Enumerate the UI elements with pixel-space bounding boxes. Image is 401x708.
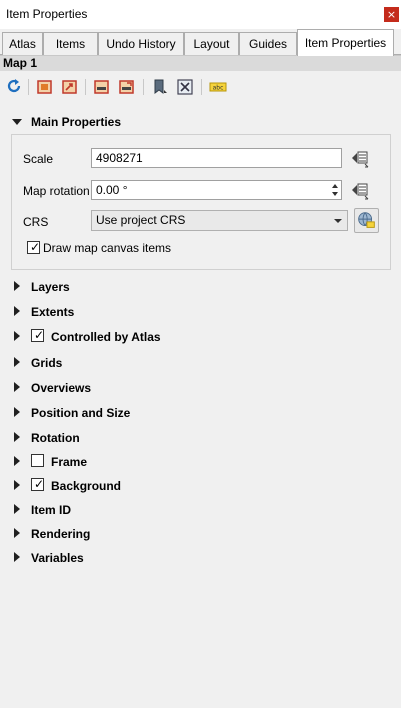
set-canvas-scale-icon[interactable] [118, 78, 136, 96]
tab-bar: Atlas Items Undo History Layout Guides I… [0, 29, 401, 56]
expand-arrow-icon [14, 331, 20, 341]
frame-checkbox[interactable] [31, 454, 44, 467]
expand-arrow-icon [14, 504, 20, 514]
window-title: Item Properties [6, 7, 88, 21]
tab-items[interactable]: Items [43, 32, 98, 55]
expand-arrow-icon [14, 528, 20, 538]
section-label: Item ID [31, 503, 72, 517]
rotation-label: Map rotation [23, 184, 90, 198]
main-properties-group: Scale 4908271 Map rotation 0.00 ° CRS Us… [11, 134, 391, 270]
rotation-value: 0.00 ° [96, 183, 128, 197]
data-defined-override-icon[interactable] [349, 180, 371, 200]
section-label: Frame [51, 455, 88, 469]
refresh-icon[interactable] [5, 78, 23, 96]
item-name-label: Map 1 [0, 55, 401, 71]
section-label: Grids [31, 356, 63, 370]
expand-arrow-icon [14, 407, 20, 417]
section-label: Extents [31, 305, 75, 319]
crs-label: CRS [23, 215, 49, 229]
tab-guides[interactable]: Guides [239, 32, 297, 55]
globe-icon [358, 212, 375, 228]
background-checkbox[interactable]: ✓ [31, 477, 45, 491]
section-title: Main Properties [31, 115, 122, 129]
expand-arrow-icon [14, 306, 20, 316]
section-label: Position and Size [31, 406, 131, 420]
chevron-down-icon [334, 219, 342, 223]
expand-arrow-icon [14, 432, 20, 442]
select-crs-button[interactable] [354, 208, 379, 233]
draw-canvas-items-label: Draw map canvas items [43, 241, 172, 255]
svg-text:abc: abc [213, 85, 224, 92]
rotation-input[interactable]: 0.00 ° [91, 180, 342, 200]
section-label: Background [51, 479, 122, 493]
section-label: Rendering [31, 527, 91, 541]
section-label: Controlled by Atlas [51, 330, 161, 344]
section-label: Layers [31, 280, 70, 294]
bookmarks-icon[interactable] [151, 78, 169, 96]
view-extent-in-canvas-icon[interactable] [61, 78, 79, 96]
scale-input[interactable]: 4908271 [91, 148, 342, 168]
check-icon: ✓ [34, 328, 45, 342]
check-icon: ✓ [30, 240, 41, 254]
close-icon: × [386, 8, 397, 21]
title-bar: Item Properties × [0, 0, 401, 29]
section-label: Rotation [31, 431, 80, 445]
close-button[interactable]: × [384, 7, 399, 22]
collapse-arrow-icon [12, 119, 22, 125]
tab-item-properties[interactable]: Item Properties [297, 29, 394, 56]
expand-arrow-icon [14, 281, 20, 291]
set-scale-from-canvas-icon[interactable] [93, 78, 111, 96]
expand-arrow-icon [14, 456, 20, 466]
set-extent-to-canvas-icon[interactable] [36, 78, 54, 96]
tab-undo-history[interactable]: Undo History [98, 32, 184, 55]
section-label: Overviews [31, 381, 92, 395]
data-defined-override-icon[interactable] [349, 148, 371, 168]
scale-label: Scale [23, 152, 54, 166]
draw-canvas-items-checkbox[interactable]: ✓ [27, 240, 41, 254]
interactively-edit-extent-icon[interactable] [176, 78, 194, 96]
tab-atlas[interactable]: Atlas [2, 32, 43, 55]
spin-down-icon[interactable] [332, 192, 338, 196]
tab-layout[interactable]: Layout [184, 32, 239, 55]
expand-arrow-icon [14, 357, 20, 367]
expand-arrow-icon [14, 382, 20, 392]
map-toolbar: abc [0, 76, 401, 98]
controlled-by-atlas-checkbox[interactable]: ✓ [31, 328, 45, 342]
expand-arrow-icon [14, 552, 20, 562]
expand-arrow-icon [14, 480, 20, 490]
label-settings-icon[interactable]: abc [209, 78, 227, 96]
check-icon: ✓ [34, 477, 45, 491]
crs-select[interactable]: Use project CRS [91, 210, 348, 231]
section-label: Variables [31, 551, 84, 565]
crs-value: Use project CRS [96, 213, 186, 227]
spin-up-icon[interactable] [332, 184, 338, 188]
